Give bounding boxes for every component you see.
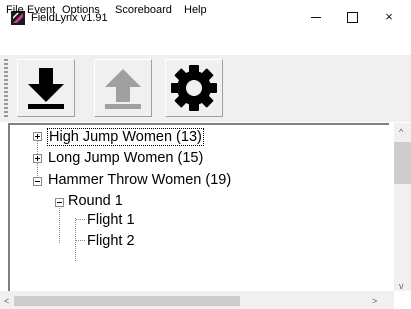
scroll-right-icon[interactable]: > [372,296,377,306]
expand-icon[interactable] [33,154,42,163]
expand-icon[interactable] [33,132,42,141]
horizontal-scroll-thumb[interactable] [14,296,240,306]
close-button[interactable]: × [379,8,399,26]
gear-icon [171,65,217,111]
tree-item-flight[interactable]: Flight 1 [87,211,135,229]
menu-help[interactable]: Help [184,4,207,17]
maximize-button[interactable] [342,8,362,26]
tree-item-hammer-throw[interactable]: Hammer Throw Women (19) [48,171,231,189]
upload-arrow-icon [105,69,141,109]
menu-file[interactable]: File [6,4,24,17]
maximize-icon [347,12,358,23]
menu-options[interactable]: Options [62,4,100,17]
tree-line [59,208,61,243]
tree-item-round[interactable]: Round 1 [68,192,123,210]
download-button[interactable] [17,59,75,117]
menu-bar [0,34,411,54]
upload-button[interactable] [94,59,152,117]
scroll-down-icon[interactable]: v [399,281,404,291]
tree-line [76,240,85,242]
minimize-button[interactable] [306,8,326,26]
download-arrow-icon [28,68,64,109]
tree-item-long-jump[interactable]: Long Jump Women (15) [48,149,203,167]
scroll-left-icon[interactable]: < [4,296,9,306]
menu-scoreboard[interactable]: Scoreboard [115,4,172,17]
vertical-scroll-thumb[interactable] [394,142,411,184]
toolbar-grip[interactable] [4,59,8,117]
collapse-icon[interactable] [55,198,64,207]
tree-item-high-jump[interactable]: High Jump Women (13) [47,128,204,146]
settings-button[interactable] [165,59,223,117]
tree-item-flight[interactable]: Flight 2 [87,232,135,250]
menu-event[interactable]: Event [27,4,55,17]
minimize-icon [311,17,321,18]
tree-line [76,219,85,221]
collapse-icon[interactable] [33,177,42,186]
scroll-up-icon[interactable]: ^ [399,127,403,137]
